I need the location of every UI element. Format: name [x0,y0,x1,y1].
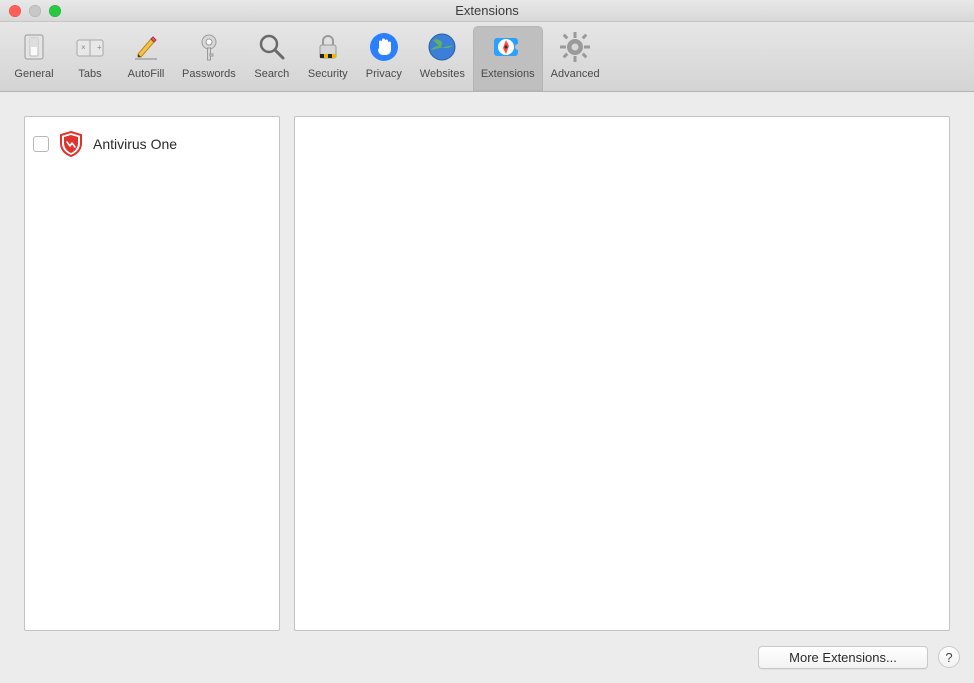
help-button[interactable]: ? [938,646,960,668]
svg-text:×: × [81,43,86,52]
globe-icon [425,30,459,64]
toolbar-item-passwords[interactable]: Passwords [174,26,244,91]
toolbar-item-label: AutoFill [128,68,165,80]
toolbar-item-tabs[interactable]: × + Tabs [62,26,118,91]
switch-icon [17,30,51,64]
titlebar: Extensions [0,0,974,22]
content-area: Antivirus One [0,92,974,639]
toolbar-item-label: Advanced [551,68,600,80]
tabs-icon: × + [73,30,107,64]
minimize-window-button[interactable] [29,5,41,17]
extensions-list-panel: Antivirus One [24,116,280,631]
toolbar-item-general[interactable]: General [6,26,62,91]
close-window-button[interactable] [9,5,21,17]
magnifier-icon [255,30,289,64]
lock-icon [311,30,345,64]
toolbar-item-label: Privacy [366,68,402,80]
footer: More Extensions... ? [0,639,974,683]
hand-icon [367,30,401,64]
preferences-toolbar: General × + Tabs AutoFill [0,22,974,92]
toolbar-item-label: Passwords [182,68,236,80]
toolbar-item-label: Security [308,68,348,80]
compass-puzzle-icon [491,30,525,64]
extension-name: Antivirus One [93,136,177,152]
toolbar-item-search[interactable]: Search [244,26,300,91]
pencil-icon [129,30,163,64]
svg-text:+: + [97,43,102,52]
gear-icon [558,30,592,64]
toolbar-item-label: General [14,68,53,80]
extension-detail-panel [294,116,950,631]
toolbar-item-autofill[interactable]: AutoFill [118,26,174,91]
toolbar-item-extensions[interactable]: Extensions [473,26,543,91]
shield-icon [57,130,85,158]
zoom-window-button[interactable] [49,5,61,17]
window-title: Extensions [0,3,974,18]
more-extensions-button[interactable]: More Extensions... [758,646,928,669]
toolbar-item-label: Tabs [78,68,101,80]
toolbar-item-security[interactable]: Security [300,26,356,91]
toolbar-item-label: Websites [420,68,465,80]
toolbar-item-label: Search [254,68,289,80]
toolbar-item-label: Extensions [481,68,535,80]
extension-list-item[interactable]: Antivirus One [25,123,279,165]
toolbar-item-privacy[interactable]: Privacy [356,26,412,91]
toolbar-item-websites[interactable]: Websites [412,26,473,91]
toolbar-item-advanced[interactable]: Advanced [543,26,608,91]
key-icon [192,30,226,64]
extension-enable-checkbox[interactable] [33,136,49,152]
traffic-lights [0,5,61,17]
